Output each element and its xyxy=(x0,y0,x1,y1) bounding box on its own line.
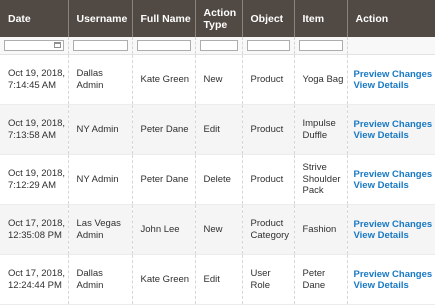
column-header-action-type[interactable]: Action Type xyxy=(195,0,243,37)
item-cell: Peter Dane xyxy=(294,254,348,305)
calendar-icon[interactable] xyxy=(53,42,61,48)
object-cell: Product xyxy=(242,54,295,105)
view-details-link[interactable]: View Details xyxy=(354,130,434,141)
column-header-full-name[interactable]: Full Name xyxy=(132,0,196,37)
action-type-cell: Edit xyxy=(195,104,243,155)
preview-changes-link[interactable]: Preview Changes xyxy=(354,169,434,180)
full-name-cell: John Lee xyxy=(132,204,196,255)
username-filter-input[interactable] xyxy=(72,40,128,51)
date-cell: Oct 17, 2018, 12:35:08 PM xyxy=(0,204,69,255)
username-cell: Las Vegas Admin xyxy=(68,204,133,255)
object-cell: Product xyxy=(242,154,295,205)
view-details-link[interactable]: View Details xyxy=(354,280,434,291)
action-type-cell: New xyxy=(195,204,243,255)
item-cell: Yoga Bag xyxy=(294,54,348,105)
table-row: Oct 19, 2018, 7:12:29 AM NY Admin Peter … xyxy=(0,154,435,205)
full-name-cell: Kate Green xyxy=(132,54,196,105)
filter-cell-date xyxy=(0,37,69,55)
action-log-table: Date Username Full Name Action Type Obje… xyxy=(0,0,435,305)
filter-cell-action-type xyxy=(195,37,243,55)
action-type-filter-input[interactable] xyxy=(199,40,238,51)
username-cell: NY Admin xyxy=(68,104,133,155)
column-header-item[interactable]: Item xyxy=(294,0,348,37)
column-header-action: Action xyxy=(347,0,435,37)
item-cell: Strive Shoulder Pack xyxy=(294,154,348,205)
table-row: Oct 19, 2018, 7:14:45 AM Dallas Admin Ka… xyxy=(0,54,435,105)
action-cell: Preview Changes View Details xyxy=(347,54,435,105)
full-name-filter-input[interactable] xyxy=(136,40,191,51)
table-row: Oct 19, 2018, 7:13:58 AM NY Admin Peter … xyxy=(0,104,435,155)
column-header-date[interactable]: Date xyxy=(0,0,69,37)
preview-changes-link[interactable]: Preview Changes xyxy=(354,219,434,230)
date-cell: Oct 19, 2018, 7:14:45 AM xyxy=(0,54,69,105)
item-cell: Impulse Duffle xyxy=(294,104,348,155)
filter-row xyxy=(0,37,435,55)
full-name-cell: Peter Dane xyxy=(132,104,196,155)
date-filter-input[interactable] xyxy=(4,40,64,51)
table-row: Oct 17, 2018, 12:35:08 PM Las Vegas Admi… xyxy=(0,204,435,255)
preview-changes-link[interactable]: Preview Changes xyxy=(354,269,434,280)
preview-changes-link[interactable]: Preview Changes xyxy=(354,119,434,130)
header-row: Date Username Full Name Action Type Obje… xyxy=(0,0,435,37)
item-filter-input[interactable] xyxy=(298,40,343,51)
action-cell: Preview Changes View Details xyxy=(347,254,435,305)
preview-changes-link[interactable]: Preview Changes xyxy=(354,69,434,80)
column-header-username[interactable]: Username xyxy=(68,0,133,37)
view-details-link[interactable]: View Details xyxy=(354,180,434,191)
filter-cell-username xyxy=(68,37,133,55)
column-header-object[interactable]: Object xyxy=(242,0,295,37)
username-cell: Dallas Admin xyxy=(68,54,133,105)
date-cell: Oct 19, 2018, 7:12:29 AM xyxy=(0,154,69,205)
filter-cell-full-name xyxy=(132,37,196,55)
object-cell: User Role xyxy=(242,254,295,305)
item-cell: Fashion xyxy=(294,204,348,255)
username-cell: Dallas Admin xyxy=(68,254,133,305)
full-name-cell: Kate Green xyxy=(132,254,196,305)
filter-cell-item xyxy=(294,37,348,55)
action-log-grid: Date Username Full Name Action Type Obje… xyxy=(0,0,435,305)
full-name-cell: Peter Dane xyxy=(132,154,196,205)
action-type-cell: Delete xyxy=(195,154,243,205)
date-cell: Oct 19, 2018, 7:13:58 AM xyxy=(0,104,69,155)
filter-cell-action xyxy=(347,37,435,55)
action-cell: Preview Changes View Details xyxy=(347,154,435,205)
action-type-cell: New xyxy=(195,54,243,105)
action-cell: Preview Changes View Details xyxy=(347,104,435,155)
table-row: Oct 17, 2018, 12:24:44 PM Dallas Admin K… xyxy=(0,254,435,305)
object-filter-input[interactable] xyxy=(246,40,290,51)
view-details-link[interactable]: View Details xyxy=(354,230,434,241)
username-cell: NY Admin xyxy=(68,154,133,205)
view-details-link[interactable]: View Details xyxy=(354,80,434,91)
filter-cell-object xyxy=(242,37,295,55)
action-cell: Preview Changes View Details xyxy=(347,204,435,255)
object-cell: Product xyxy=(242,104,295,155)
object-cell: Product Category xyxy=(242,204,295,255)
action-type-cell: Edit xyxy=(195,254,243,305)
date-cell: Oct 17, 2018, 12:24:44 PM xyxy=(0,254,69,305)
